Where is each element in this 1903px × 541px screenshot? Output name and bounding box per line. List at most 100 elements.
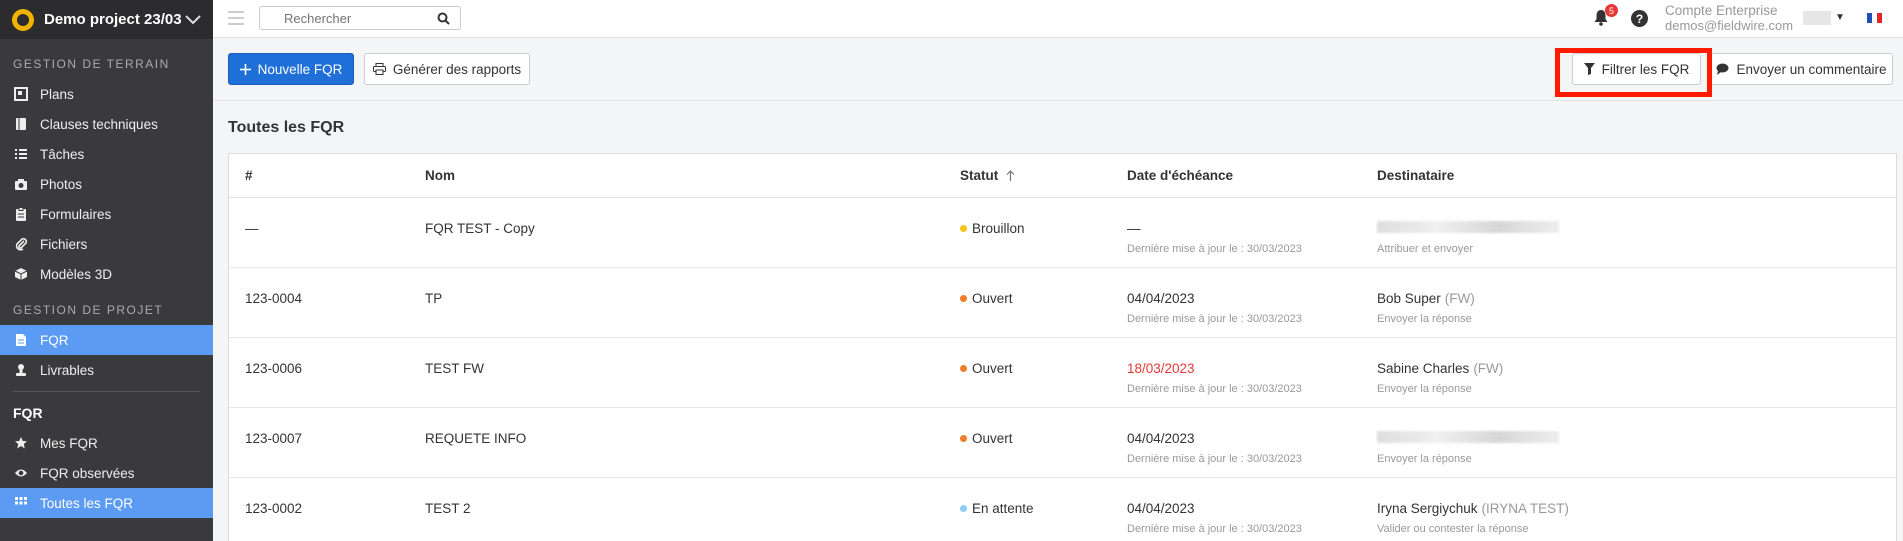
camera-icon: [13, 176, 29, 192]
recipient-name: Iryna Sergiychuk (IRYNA TEST): [1377, 501, 1569, 516]
column-header-recipient[interactable]: Destinataire: [1377, 168, 1454, 183]
sidebar-item-fqr-observees[interactable]: FQR observées: [0, 458, 213, 488]
sidebar-item-fqr[interactable]: FQR: [0, 325, 213, 355]
due-date: 04/04/2023: [1127, 501, 1195, 516]
french-flag-icon[interactable]: [1867, 13, 1882, 23]
sidebar-item-label: FQR: [40, 332, 69, 348]
printer-icon: [372, 63, 386, 75]
project-logo-icon: [12, 8, 34, 31]
chevron-down-icon[interactable]: [185, 14, 201, 25]
recipient-action[interactable]: Envoyer la réponse: [1377, 453, 1472, 465]
account-name: Compte Enterprise: [1665, 3, 1778, 18]
stamp-icon: [13, 362, 29, 378]
sidebar-item-modeles-3d[interactable]: Modèles 3D: [0, 259, 213, 289]
due-date: 04/04/2023: [1127, 291, 1195, 306]
recipient-action[interactable]: Envoyer la réponse: [1377, 313, 1472, 325]
table-row[interactable]: 123-0006 TEST FW Ouvert 18/03/2023 Derni…: [229, 338, 1896, 408]
row-name[interactable]: TP: [425, 291, 442, 306]
last-updated: Dernière mise à jour le : 30/03/2023: [1127, 243, 1302, 255]
column-header-due-date[interactable]: Date d'échéance: [1127, 168, 1233, 183]
row-number: 123-0007: [245, 431, 303, 446]
hamburger-menu-icon[interactable]: [228, 11, 244, 29]
row-number: 123-0006: [245, 361, 303, 376]
page-title: Toutes les FQR: [228, 119, 345, 136]
recipient-action[interactable]: Attribuer et envoyer: [1377, 243, 1473, 255]
recipient-tag: (IRYNA TEST): [1481, 501, 1569, 516]
last-updated: Dernière mise à jour le : 30/03/2023: [1127, 453, 1302, 465]
new-fqr-button[interactable]: Nouvelle FQR: [228, 53, 354, 85]
account-info[interactable]: Compte Enterprise demos@fieldwire.com: [1665, 3, 1793, 33]
column-header-status[interactable]: Statut: [960, 168, 1015, 183]
generate-reports-label: Générer des rapports: [392, 61, 522, 77]
column-header-status-label: Statut: [960, 168, 999, 183]
table-row[interactable]: 123-0004 TP Ouvert 04/04/2023 Dernière m…: [229, 268, 1896, 338]
recipient-redacted: [1377, 431, 1559, 446]
avatar[interactable]: [1803, 11, 1831, 25]
fqr-table: # Nom Statut Date d'échéance Destinatair…: [228, 153, 1897, 541]
status-label: Ouvert: [972, 291, 1013, 306]
account-email: demos@fieldwire.com: [1665, 18, 1794, 33]
sidebar-item-label: Livrables: [40, 362, 95, 378]
send-feedback-button[interactable]: Envoyer un commentaire: [1710, 53, 1893, 85]
sidebar-item-label: Tâches: [40, 146, 85, 162]
plans-icon: [13, 86, 29, 102]
search-box[interactable]: [259, 6, 461, 30]
status-badge: Ouvert: [960, 361, 1013, 376]
caret-down-icon[interactable]: ▼: [1835, 12, 1845, 23]
column-header-number[interactable]: #: [245, 168, 253, 183]
row-name[interactable]: REQUETE INFO: [425, 431, 526, 446]
column-header-name[interactable]: Nom: [425, 168, 455, 183]
last-updated: Dernière mise à jour le : 30/03/2023: [1127, 313, 1302, 325]
row-number: —: [245, 221, 259, 236]
highlight-box: [1555, 48, 1712, 97]
status-dot-icon: [960, 295, 967, 302]
table-row[interactable]: 123-0002 TEST 2 En attente 04/04/2023 De…: [229, 478, 1896, 541]
status-label: Ouvert: [972, 361, 1013, 376]
row-name[interactable]: FQR TEST - Copy: [425, 221, 535, 236]
sidebar: Demo project 23/03 GESTION DE TERRAIN Pl…: [0, 0, 213, 541]
sidebar-item-label: Clauses techniques: [40, 116, 158, 132]
notifications-button[interactable]: 5: [1593, 4, 1618, 31]
generate-reports-button[interactable]: Générer des rapports: [364, 53, 530, 85]
notebook-icon: [13, 116, 29, 132]
sidebar-item-label: Plans: [40, 86, 74, 102]
status-badge: Ouvert: [960, 431, 1013, 446]
recipient-name: Sabine Charles (FW): [1377, 361, 1503, 376]
sidebar-item-livrables[interactable]: Livrables: [0, 355, 213, 385]
top-bar: 5 ? Compte Enterprise demos@fieldwire.co…: [213, 0, 1903, 38]
sidebar-item-clauses-techniques[interactable]: Clauses techniques: [0, 109, 213, 139]
project-selector[interactable]: Demo project 23/03: [0, 0, 213, 39]
sidebar-item-mes-fqr[interactable]: Mes FQR: [0, 428, 213, 458]
notification-badge: 5: [1605, 4, 1618, 17]
recipient-label: Sabine Charles: [1377, 361, 1470, 376]
section-label-projet: GESTION DE PROJET: [13, 303, 164, 317]
recipient-redacted: [1377, 221, 1559, 236]
send-feedback-label: Envoyer un commentaire: [1736, 61, 1887, 77]
sidebar-item-formulaires[interactable]: Formulaires: [0, 199, 213, 229]
sidebar-item-fichiers[interactable]: Fichiers: [0, 229, 213, 259]
sidebar-item-label: FQR observées: [40, 465, 135, 481]
sidebar-item-toutes-les-fqr[interactable]: Toutes les FQR: [0, 488, 213, 518]
sidebar-item-photos[interactable]: Photos: [0, 169, 213, 199]
sidebar-item-label: Mes FQR: [40, 435, 98, 451]
sidebar-item-label: Formulaires: [40, 206, 112, 222]
help-button[interactable]: ?: [1631, 10, 1648, 27]
sidebar-item-label: Fichiers: [40, 236, 88, 252]
sidebar-item-taches[interactable]: Tâches: [0, 139, 213, 169]
recipient-tag: (FW): [1444, 291, 1475, 306]
table-row[interactable]: — FQR TEST - Copy Brouillon — Dernière m…: [229, 198, 1896, 268]
row-name[interactable]: TEST FW: [425, 361, 484, 376]
recipient-action[interactable]: Valider ou contester la réponse: [1377, 523, 1528, 535]
star-icon: [13, 435, 29, 451]
status-label: En attente: [972, 501, 1034, 516]
row-name[interactable]: TEST 2: [425, 501, 471, 516]
list-icon: [13, 146, 29, 162]
search-icon[interactable]: [437, 12, 450, 25]
search-input[interactable]: [260, 7, 425, 29]
table-row[interactable]: 123-0007 REQUETE INFO Ouvert 04/04/2023 …: [229, 408, 1896, 478]
sidebar-item-plans[interactable]: Plans: [0, 79, 213, 109]
sidebar-item-label: Modèles 3D: [40, 266, 113, 282]
status-badge: Brouillon: [960, 221, 1025, 236]
sort-arrow-up-icon[interactable]: [1006, 170, 1015, 181]
recipient-action[interactable]: Envoyer la réponse: [1377, 383, 1472, 395]
